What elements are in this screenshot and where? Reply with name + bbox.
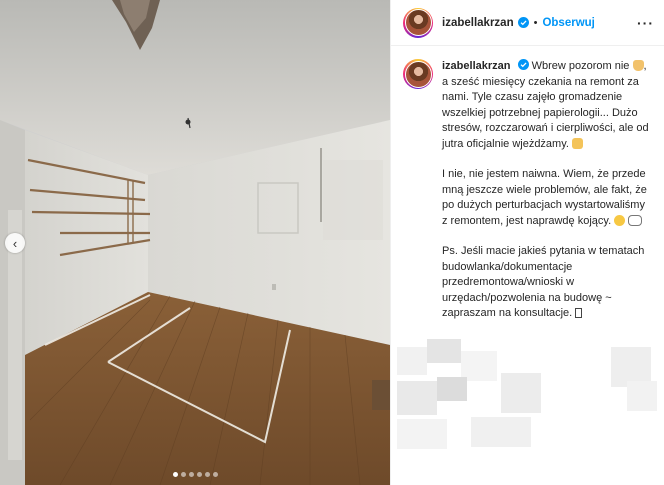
raised-hand-emoji-icon <box>632 60 644 71</box>
surprised-face-emoji-icon <box>614 214 626 226</box>
unknown-glyph-icon <box>575 308 583 318</box>
blurred-block <box>627 380 657 411</box>
caption-avatar[interactable] <box>403 59 433 89</box>
room-photo <box>0 0 390 485</box>
blurred-block <box>397 380 437 415</box>
more-options-icon[interactable]: ··· <box>637 15 654 31</box>
verified-badge-icon <box>517 17 529 28</box>
instagram-post: ‹ izabellakrzan • Obserwuj ··· izabellak… <box>0 0 664 485</box>
post-side-panel: izabellakrzan • Obserwuj ··· izabellakrz… <box>390 0 664 485</box>
carousel-dot <box>196 472 202 477</box>
caption-username[interactable]: izabellakrzan <box>442 60 510 72</box>
blurred-comments-area <box>391 337 664 485</box>
blurred-block <box>427 338 461 363</box>
caption-paragraph-1-continued: , a sześć miesięcy czekania na remont za… <box>442 60 649 150</box>
blurred-block <box>501 372 541 413</box>
header-username[interactable]: izabellakrzan <box>442 17 514 29</box>
header-separator: • <box>533 16 538 29</box>
blurred-block <box>471 416 531 447</box>
blurred-block <box>397 418 447 449</box>
caption-paragraph-3: Ps. Jeśli macie jakieś pytania w tematac… <box>442 245 645 319</box>
follow-button[interactable]: Obserwuj <box>542 17 594 29</box>
avatar[interactable] <box>403 7 433 38</box>
carousel-prev-button[interactable]: ‹ <box>5 233 25 253</box>
carousel-dot <box>204 472 210 477</box>
post-photo[interactable]: ‹ <box>0 0 390 485</box>
verified-badge-icon <box>517 59 529 70</box>
caption-text: izabellakrzan Wbrew pozorom nie , a sześ… <box>442 59 652 337</box>
carousel-dot <box>212 472 218 477</box>
avatar-image <box>404 60 432 88</box>
carousel-dot <box>172 472 178 477</box>
avatar-image <box>404 9 432 36</box>
caption-paragraph-1: Wbrew pozorom nie <box>531 60 630 72</box>
blurred-block <box>437 376 467 401</box>
caption-area: izabellakrzan Wbrew pozorom nie , a sześ… <box>391 46 664 337</box>
post-header: izabellakrzan • Obserwuj ··· <box>391 0 664 46</box>
blurred-block <box>397 346 427 375</box>
carousel-dot <box>188 472 194 477</box>
pointing-hand-emoji-icon <box>628 214 643 226</box>
carousel-dots <box>0 472 390 477</box>
construction-worker-emoji-icon <box>572 137 584 149</box>
carousel-dot <box>180 472 186 477</box>
